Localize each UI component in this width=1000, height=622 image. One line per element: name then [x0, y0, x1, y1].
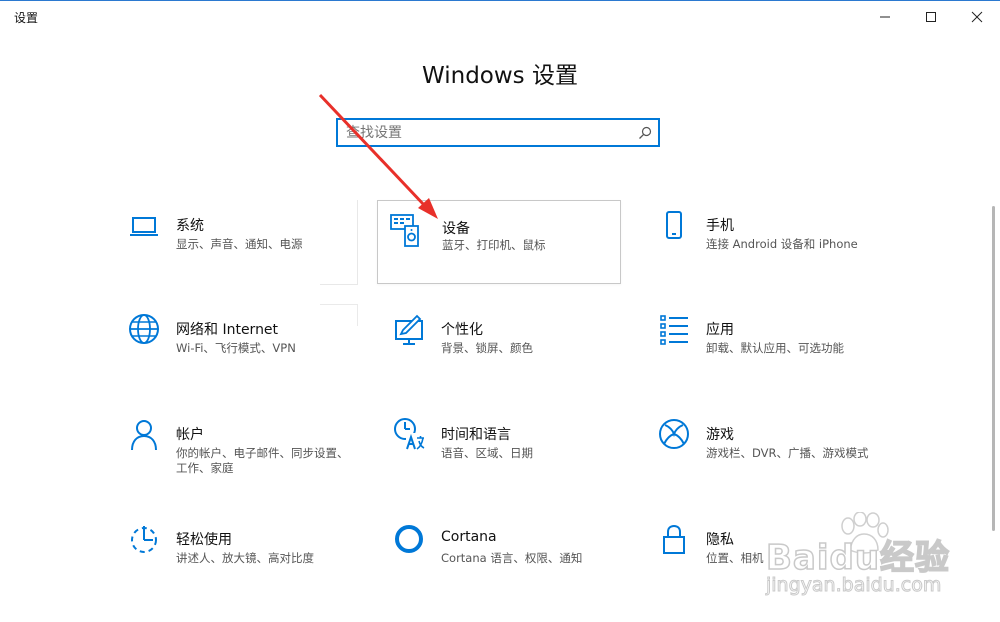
tile-accounts[interactable]: 帐户 你的帐户、电子邮件、同步设置、工作、家庭: [122, 409, 366, 493]
cortana-icon: [395, 525, 423, 553]
tile-devices[interactable]: 设备 蓝牙、打印机、鼠标: [377, 200, 621, 284]
tile-description: 背景、锁屏、颜色: [441, 341, 533, 355]
tile-title: 系统: [176, 218, 204, 234]
apps-list-icon: [660, 315, 688, 345]
tile-ease-of-access[interactable]: 轻松使用 讲述人、放大镜、高对比度: [122, 514, 366, 598]
lock-icon: [663, 524, 685, 554]
minimize-icon: [880, 16, 890, 18]
tile-description: Wi-Fi、飞行模式、VPN: [176, 341, 296, 355]
phone-icon: [666, 211, 682, 239]
person-icon: [131, 420, 157, 451]
tile-title: 个性化: [441, 322, 483, 338]
tile-description: 游戏栏、DVR、广播、游戏模式: [706, 446, 869, 460]
maximize-button[interactable]: [908, 2, 954, 32]
watermark-url: jingyan.baidu.com: [765, 574, 942, 597]
tile-title: 轻松使用: [176, 532, 232, 548]
tile-description: 语音、区域、日期: [441, 446, 533, 460]
tile-description: Cortana 语言、权限、通知: [441, 551, 583, 565]
tile-gaming[interactable]: 游戏 游戏栏、DVR、广播、游戏模式: [652, 409, 896, 493]
tile-title: 网络和 Internet: [176, 322, 279, 338]
minimize-button[interactable]: [862, 2, 908, 32]
tile-phone[interactable]: 手机 连接 Android 设备和 iPhone: [652, 200, 896, 284]
tile-title: 隐私: [706, 532, 734, 548]
tile-description: 蓝牙、打印机、鼠标: [442, 238, 546, 252]
tile-description: 讲述人、放大镜、高对比度: [176, 551, 314, 565]
baidu-watermark: Baidu经验 jingyan.baidu.com: [760, 512, 960, 608]
tile-time-language[interactable]: 时间和语言 语音、区域、日期: [387, 409, 631, 493]
title-bar: 设置: [0, 1, 1000, 32]
search-input[interactable]: [346, 123, 636, 143]
tile-title: 帐户: [176, 427, 204, 443]
page-title: Windows 设置: [422, 63, 578, 89]
maximize-icon: [926, 12, 936, 22]
search-icon[interactable]: [638, 125, 652, 144]
tile-personalization[interactable]: 个性化 背景、锁屏、颜色: [387, 304, 631, 388]
tile-title: Cortana: [441, 529, 497, 545]
window-title: 设置: [14, 11, 39, 25]
close-button[interactable]: [954, 2, 1000, 32]
xbox-icon: [659, 419, 689, 449]
search-box[interactable]: [336, 118, 660, 147]
tile-description: 卸载、默认应用、可选功能: [706, 341, 844, 355]
scrollbar[interactable]: [992, 206, 995, 531]
tile-description: 你的帐户、电子邮件、同步设置、工作、家庭: [176, 446, 349, 475]
tile-title: 游戏: [706, 427, 734, 443]
tile-title: 时间和语言: [441, 427, 511, 443]
tile-title: 手机: [706, 218, 734, 234]
tile-title: 设备: [442, 221, 470, 237]
tile-cortana[interactable]: Cortana Cortana 语言、权限、通知: [387, 514, 631, 598]
tile-apps[interactable]: 应用 卸载、默认应用、可选功能: [652, 304, 896, 388]
tile-description: 显示、声音、通知、电源: [176, 237, 303, 251]
personalization-icon: [395, 314, 423, 345]
divider: [320, 284, 358, 285]
devices-icon: [390, 214, 419, 247]
tile-title: 应用: [706, 322, 734, 338]
laptop-icon: [130, 217, 158, 236]
tile-network[interactable]: 网络和 Internet Wi-Fi、飞行模式、VPN: [122, 304, 366, 388]
tile-system[interactable]: 系统 显示、声音、通知、电源: [122, 200, 366, 284]
globe-icon: [129, 314, 159, 344]
watermark-logo-text: Baidu经验: [765, 537, 951, 579]
close-icon: [971, 11, 983, 23]
tile-description: 连接 Android 设备和 iPhone: [706, 237, 858, 251]
time-language-icon: [394, 418, 425, 450]
ease-of-access-icon: [131, 526, 157, 553]
